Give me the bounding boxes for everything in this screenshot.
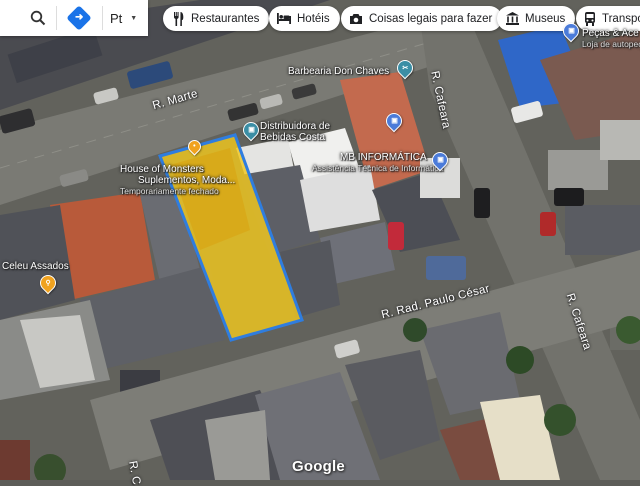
language-selector[interactable]: Pt ▼: [106, 0, 146, 36]
toolbar-divider: [102, 6, 103, 30]
restaurant-icon: [171, 11, 185, 26]
chip-label: Transpo: [602, 12, 640, 25]
chevron-down-icon: ▼: [130, 14, 138, 22]
poi-label-house-of-monsters[interactable]: House of Monsters Suplementos, Moda... T…: [120, 164, 235, 197]
museum-icon: [505, 12, 519, 25]
poi-category-line: Loja de autopeç: [582, 39, 640, 49]
camera-icon: [349, 13, 363, 25]
poi-name-line: Peças & Ace: [582, 28, 639, 39]
poi-label-pecas[interactable]: Peças & Ace Loja de autopeç: [582, 28, 640, 50]
language-label: Pt: [110, 10, 123, 26]
poi-name-line: MB INFORMÁTICA: [340, 152, 427, 163]
chip-label: Museus: [525, 12, 566, 25]
transit-icon: [584, 11, 596, 26]
poi-status-line: Temporariamente fechado: [120, 186, 219, 196]
poi-label-celeu[interactable]: Celeu Assados: [2, 261, 69, 272]
directions-icon: ➜: [66, 5, 92, 31]
chip-label: Restaurantes: [191, 12, 260, 25]
poi-label-barbearia[interactable]: Barbearia Don Chaves: [288, 66, 389, 77]
poi-name-line: Suplementos, Moda...: [138, 175, 236, 186]
poi-name-line: Bebidas Costa: [260, 132, 326, 143]
hotel-icon: [277, 13, 291, 24]
chip-coisas-legais[interactable]: Coisas legais para fazer: [341, 6, 503, 31]
chip-hoteis[interactable]: Hotéis: [269, 6, 340, 31]
chip-label: Hotéis: [297, 12, 330, 25]
chip-label: Coisas legais para fazer: [369, 12, 493, 25]
poi-label-mb-informatica[interactable]: MB INFORMÁTICA Assistência Técnica de In…: [312, 152, 443, 174]
poi-name-line: Distribuidora de: [260, 121, 331, 132]
map-toolbar: ➜ Pt ▼: [0, 0, 148, 36]
search-button[interactable]: [24, 0, 52, 36]
toolbar-divider: [56, 6, 57, 30]
directions-button[interactable]: ➜: [64, 0, 94, 36]
search-icon: [30, 10, 46, 26]
chip-restaurantes[interactable]: Restaurantes: [163, 6, 270, 31]
poi-name-line: House of Monsters: [120, 164, 204, 175]
google-logo: Google: [292, 458, 345, 475]
poi-category-line: Assistência Técnica de Informática: [312, 163, 444, 173]
poi-label-distribuidora[interactable]: Distribuidora de Bebidas Costa: [260, 121, 330, 143]
